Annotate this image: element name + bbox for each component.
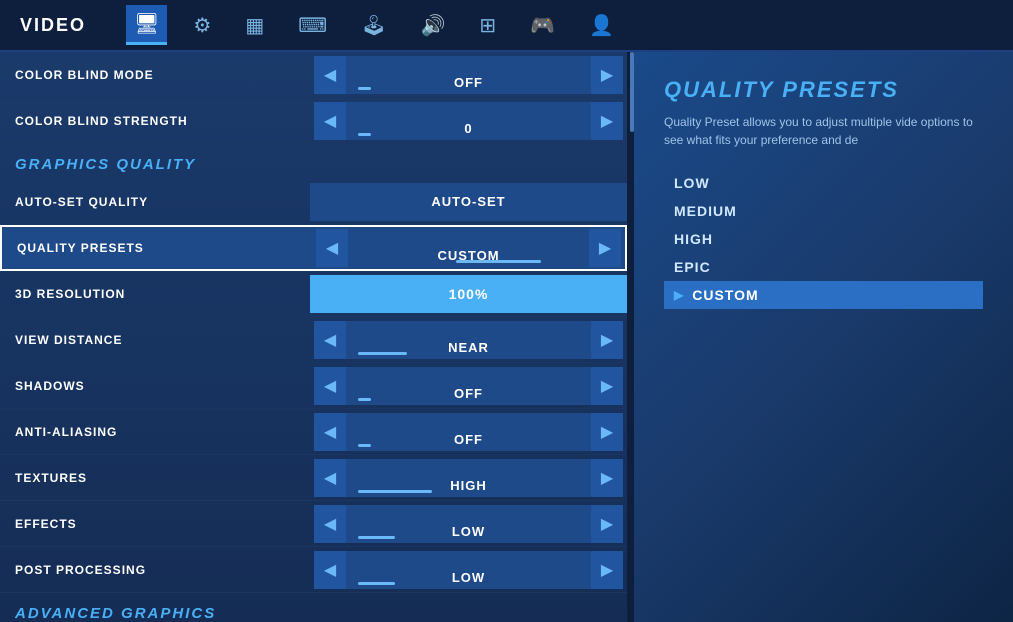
quality-presets-control: ◀ CUSTOM ▶	[312, 229, 625, 267]
preset-medium[interactable]: MEDIUM	[664, 197, 983, 225]
preset-low[interactable]: LOW	[664, 169, 983, 197]
resolution-value[interactable]: 100%	[310, 275, 627, 313]
preset-custom-arrow-icon: ▶	[674, 288, 684, 302]
monitor-nav-icon[interactable]: 🖥	[126, 5, 167, 45]
quality-description: Quality Preset allows you to adjust mult…	[664, 113, 983, 149]
preset-list: LOW MEDIUM HIGH EPIC ▶ CUSTOM	[664, 169, 983, 309]
post-processing-left-arrow[interactable]: ◀	[314, 551, 346, 589]
color-blind-mode-left-arrow[interactable]: ◀	[314, 56, 346, 94]
shadows-label: SHADOWS	[0, 379, 310, 393]
anti-aliasing-left-arrow[interactable]: ◀	[314, 413, 346, 451]
nav-icons: 🖥 ⚙ ▦ ⌨ 🕹 🔊 ⊞ 🎮 👤	[126, 5, 622, 45]
post-processing-value: LOW	[346, 551, 591, 589]
shadows-right-arrow[interactable]: ▶	[591, 367, 623, 405]
anti-aliasing-value: OFF	[346, 413, 591, 451]
anti-aliasing-control: ◀ OFF ▶	[310, 413, 627, 451]
textures-right-arrow[interactable]: ▶	[591, 459, 623, 497]
auto-set-quality-label: AUTO-SET QUALITY	[0, 195, 310, 209]
preset-high-label: HIGH	[674, 231, 713, 247]
effects-control: ◀ LOW ▶	[310, 505, 627, 543]
color-blind-mode-row: COLOR BLIND MODE ◀ OFF ▶	[0, 52, 627, 98]
scroll-thumb[interactable]	[630, 52, 634, 132]
textures-value: HIGH	[346, 459, 591, 497]
color-blind-strength-right-arrow[interactable]: ▶	[591, 102, 623, 140]
controller-nav-icon[interactable]: 🕹	[353, 7, 394, 44]
resolution-row: 3D RESOLUTION 100%	[0, 271, 627, 317]
quality-presets-right-arrow[interactable]: ▶	[589, 229, 621, 267]
advanced-graphics-header: ADVANCED GRAPHICS	[0, 593, 627, 622]
view-distance-row: VIEW DISTANCE ◀ NEAR ▶	[0, 317, 627, 363]
color-blind-strength-label: COLOR BLIND STRENGTH	[0, 114, 310, 128]
view-distance-label: VIEW DISTANCE	[0, 333, 310, 347]
color-blind-strength-left-arrow[interactable]: ◀	[314, 102, 346, 140]
textures-label: TEXTURES	[0, 471, 310, 485]
color-blind-mode-right-arrow[interactable]: ▶	[591, 56, 623, 94]
shadows-row: SHADOWS ◀ OFF ▶	[0, 363, 627, 409]
view-distance-left-arrow[interactable]: ◀	[314, 321, 346, 359]
color-blind-strength-row: COLOR BLIND STRENGTH ◀ 0 ▶	[0, 98, 627, 144]
effects-label: EFFECTS	[0, 517, 310, 531]
display-nav-icon[interactable]: ▦	[237, 7, 272, 44]
preset-epic[interactable]: EPIC	[664, 253, 983, 281]
preset-low-label: LOW	[674, 175, 710, 191]
post-processing-row: POST PROCESSING ◀ LOW ▶	[0, 547, 627, 593]
network-nav-icon[interactable]: ⊞	[471, 7, 504, 44]
gamepad-nav-icon[interactable]: 🎮	[522, 7, 563, 44]
keyboard-nav-icon[interactable]: ⌨	[290, 7, 335, 44]
preset-epic-label: EPIC	[674, 259, 711, 275]
post-processing-label: POST PROCESSING	[0, 563, 310, 577]
color-blind-mode-value: OFF	[346, 56, 591, 94]
preset-medium-label: MEDIUM	[674, 203, 737, 219]
shadows-value: OFF	[346, 367, 591, 405]
left-panel: COLOR BLIND MODE ◀ OFF ▶ COLOR BLIND STR…	[0, 52, 630, 622]
view-distance-right-arrow[interactable]: ▶	[591, 321, 623, 359]
page-title: VIDEO	[20, 15, 86, 36]
quality-presets-title: QUALITY PRESETS	[664, 77, 983, 103]
quality-presets-row: QUALITY PRESETS ◀ CUSTOM ▶	[0, 225, 627, 271]
effects-row: EFFECTS ◀ LOW ▶	[0, 501, 627, 547]
anti-aliasing-row: ANTI-ALIASING ◀ OFF ▶	[0, 409, 627, 455]
post-processing-control: ◀ LOW ▶	[310, 551, 627, 589]
view-distance-control: ◀ NEAR ▶	[310, 321, 627, 359]
auto-set-quality-value[interactable]: AUTO-SET	[310, 183, 627, 221]
graphics-quality-header: GRAPHICS QUALITY	[0, 144, 627, 179]
post-processing-right-arrow[interactable]: ▶	[591, 551, 623, 589]
preset-high[interactable]: HIGH	[664, 225, 983, 253]
top-nav: VIDEO 🖥 ⚙ ▦ ⌨ 🕹 🔊 ⊞ 🎮 👤	[0, 0, 1013, 52]
preset-custom-label: CUSTOM	[692, 287, 758, 303]
textures-row: TEXTURES ◀ HIGH ▶	[0, 455, 627, 501]
quality-presets-value: CUSTOM	[348, 229, 589, 267]
color-blind-mode-control: ◀ OFF ▶	[310, 56, 627, 94]
color-blind-strength-control: ◀ 0 ▶	[310, 102, 627, 140]
user-nav-icon[interactable]: 👤	[581, 7, 622, 44]
anti-aliasing-right-arrow[interactable]: ▶	[591, 413, 623, 451]
quality-presets-label: QUALITY PRESETS	[2, 241, 312, 255]
color-blind-strength-value: 0	[346, 102, 591, 140]
textures-left-arrow[interactable]: ◀	[314, 459, 346, 497]
color-blind-mode-label: COLOR BLIND MODE	[0, 68, 310, 82]
auto-set-quality-control: AUTO-SET	[310, 183, 627, 221]
anti-aliasing-label: ANTI-ALIASING	[0, 425, 310, 439]
resolution-control: 100%	[310, 275, 627, 313]
effects-left-arrow[interactable]: ◀	[314, 505, 346, 543]
view-distance-value: NEAR	[346, 321, 591, 359]
preset-custom[interactable]: ▶ CUSTOM	[664, 281, 983, 309]
resolution-label: 3D RESOLUTION	[0, 287, 310, 301]
quality-presets-left-arrow[interactable]: ◀	[316, 229, 348, 267]
right-panel: QUALITY PRESETS Quality Preset allows yo…	[634, 52, 1013, 622]
shadows-left-arrow[interactable]: ◀	[314, 367, 346, 405]
main-container: COLOR BLIND MODE ◀ OFF ▶ COLOR BLIND STR…	[0, 52, 1013, 622]
audio-nav-icon[interactable]: 🔊	[413, 7, 454, 44]
gear-nav-icon[interactable]: ⚙	[185, 7, 219, 44]
auto-set-quality-row: AUTO-SET QUALITY AUTO-SET	[0, 179, 627, 225]
effects-right-arrow[interactable]: ▶	[591, 505, 623, 543]
scroll-divider	[630, 52, 634, 622]
textures-control: ◀ HIGH ▶	[310, 459, 627, 497]
effects-value: LOW	[346, 505, 591, 543]
shadows-control: ◀ OFF ▶	[310, 367, 627, 405]
